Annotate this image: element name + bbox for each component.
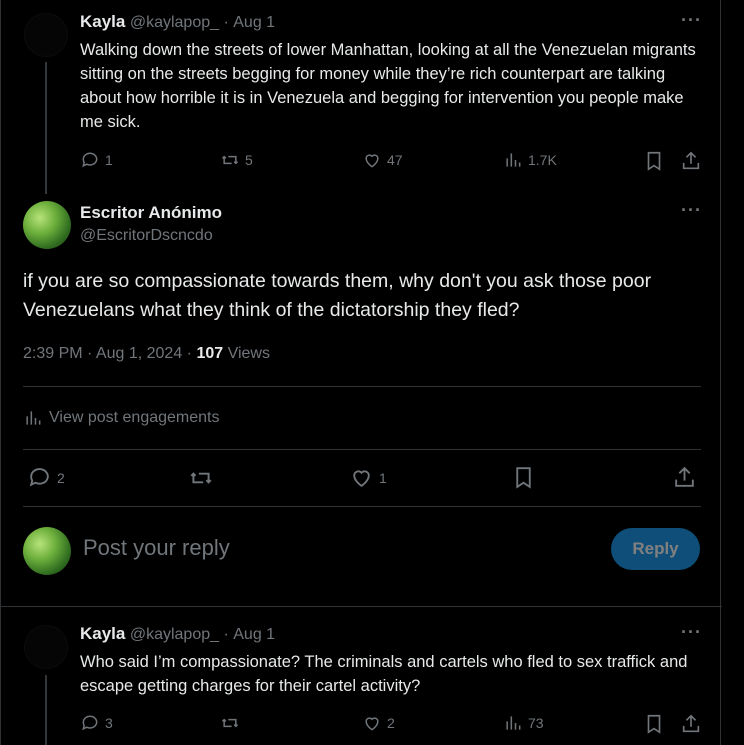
author-name[interactable]: Kayla bbox=[80, 624, 125, 643]
views-count: 73 bbox=[528, 715, 544, 731]
separator: · bbox=[223, 14, 229, 31]
author-handle[interactable]: @kaylapop_ bbox=[130, 14, 219, 31]
avatar[interactable] bbox=[23, 201, 71, 249]
tweet-text: Walking down the streets of lower Manhat… bbox=[80, 41, 696, 131]
avatar[interactable] bbox=[23, 527, 71, 575]
reply-submit-button[interactable]: Reply bbox=[611, 528, 700, 570]
heart-icon bbox=[365, 717, 379, 731]
engagements-label: View post engagements bbox=[49, 409, 220, 426]
share-icon bbox=[682, 151, 700, 170]
reply-icon bbox=[82, 715, 98, 731]
reply-icon bbox=[29, 468, 49, 487]
like-count: 47 bbox=[387, 152, 403, 168]
separator: · bbox=[223, 626, 229, 643]
bookmark-button[interactable] bbox=[511, 465, 536, 490]
bookmark-icon bbox=[516, 467, 531, 489]
like-button[interactable]: 47 bbox=[362, 150, 403, 170]
reply-count: 1 bbox=[105, 152, 113, 168]
analytics-icon bbox=[506, 716, 521, 730]
divider bbox=[1, 606, 722, 607]
tweet-date[interactable]: Aug 1 bbox=[233, 14, 275, 31]
heart-icon bbox=[353, 470, 370, 487]
share-button[interactable] bbox=[672, 465, 697, 490]
more-icon[interactable]: ··· bbox=[681, 200, 702, 221]
repost-button[interactable] bbox=[220, 713, 240, 733]
author-name[interactable]: Kayla bbox=[80, 12, 125, 31]
main-tweet-text: if you are so compassionate towards them… bbox=[23, 270, 652, 321]
divider bbox=[23, 449, 701, 450]
share-button[interactable] bbox=[680, 150, 702, 172]
share-icon bbox=[675, 466, 694, 487]
thread-line bbox=[45, 62, 47, 194]
tweet-date[interactable]: Aug 1 bbox=[233, 626, 275, 643]
repost-icon bbox=[221, 155, 239, 165]
timestamp[interactable]: 2:39 PM · Aug 1, 2024 · bbox=[23, 345, 196, 362]
reply-count: 3 bbox=[105, 715, 113, 731]
like-button[interactable]: 2 bbox=[362, 713, 395, 733]
like-button[interactable]: 1 bbox=[349, 465, 387, 490]
views-button[interactable]: 1.7K bbox=[503, 150, 557, 170]
views-count: 1.7K bbox=[528, 152, 557, 168]
avatar[interactable] bbox=[24, 13, 68, 57]
avatar[interactable] bbox=[24, 625, 68, 669]
like-count: 1 bbox=[379, 469, 387, 486]
bookmark-button[interactable] bbox=[643, 713, 665, 735]
reply-icon bbox=[82, 152, 98, 168]
thread-line bbox=[45, 675, 47, 745]
repost-button[interactable] bbox=[188, 465, 214, 491]
share-button[interactable] bbox=[680, 713, 702, 735]
views-button[interactable]: 73 bbox=[503, 713, 544, 733]
tweet-header: Kayla @kaylapop_ · Aug 1 bbox=[80, 624, 275, 644]
bookmark-icon bbox=[647, 151, 661, 171]
like-count: 2 bbox=[387, 715, 395, 731]
bookmark-button[interactable] bbox=[643, 150, 665, 172]
repost-button[interactable]: 5 bbox=[220, 150, 253, 170]
reply-input[interactable]: Post your reply bbox=[83, 535, 230, 561]
reply-button[interactable]: 3 bbox=[80, 713, 113, 733]
repost-icon bbox=[221, 718, 239, 728]
heart-icon bbox=[365, 154, 379, 168]
analytics-icon bbox=[26, 411, 41, 425]
reply-count: 2 bbox=[57, 469, 65, 486]
reply-button[interactable]: 2 bbox=[27, 465, 65, 490]
tweet-header: Kayla @kaylapop_ · Aug 1 bbox=[80, 12, 275, 32]
reply-button[interactable]: 1 bbox=[80, 150, 113, 170]
repost-icon bbox=[190, 472, 212, 484]
tweet-timestamp: 2:39 PM · Aug 1, 2024 · 107 Views bbox=[23, 345, 270, 363]
analytics-icon bbox=[506, 153, 521, 167]
divider bbox=[23, 386, 701, 387]
author-handle[interactable]: @EscritorDscncdo bbox=[80, 227, 213, 245]
more-icon[interactable]: ··· bbox=[681, 622, 702, 643]
bookmark-icon bbox=[647, 714, 661, 734]
author-handle[interactable]: @kaylapop_ bbox=[130, 626, 219, 643]
views-label: Views bbox=[223, 345, 270, 362]
divider bbox=[23, 506, 701, 507]
view-engagements-link[interactable]: View post engagements bbox=[23, 408, 219, 428]
repost-count: 5 bbox=[245, 152, 253, 168]
share-icon bbox=[682, 714, 700, 733]
timeline-column: Kayla @kaylapop_ · Aug 1 ··· Walking dow… bbox=[0, 0, 722, 745]
author-name[interactable]: Escritor Anónimo bbox=[80, 203, 222, 223]
tweet-text: Who said I’m compassionate? The criminal… bbox=[80, 653, 688, 695]
more-icon[interactable]: ··· bbox=[681, 10, 702, 31]
views-count: 107 bbox=[196, 345, 224, 362]
